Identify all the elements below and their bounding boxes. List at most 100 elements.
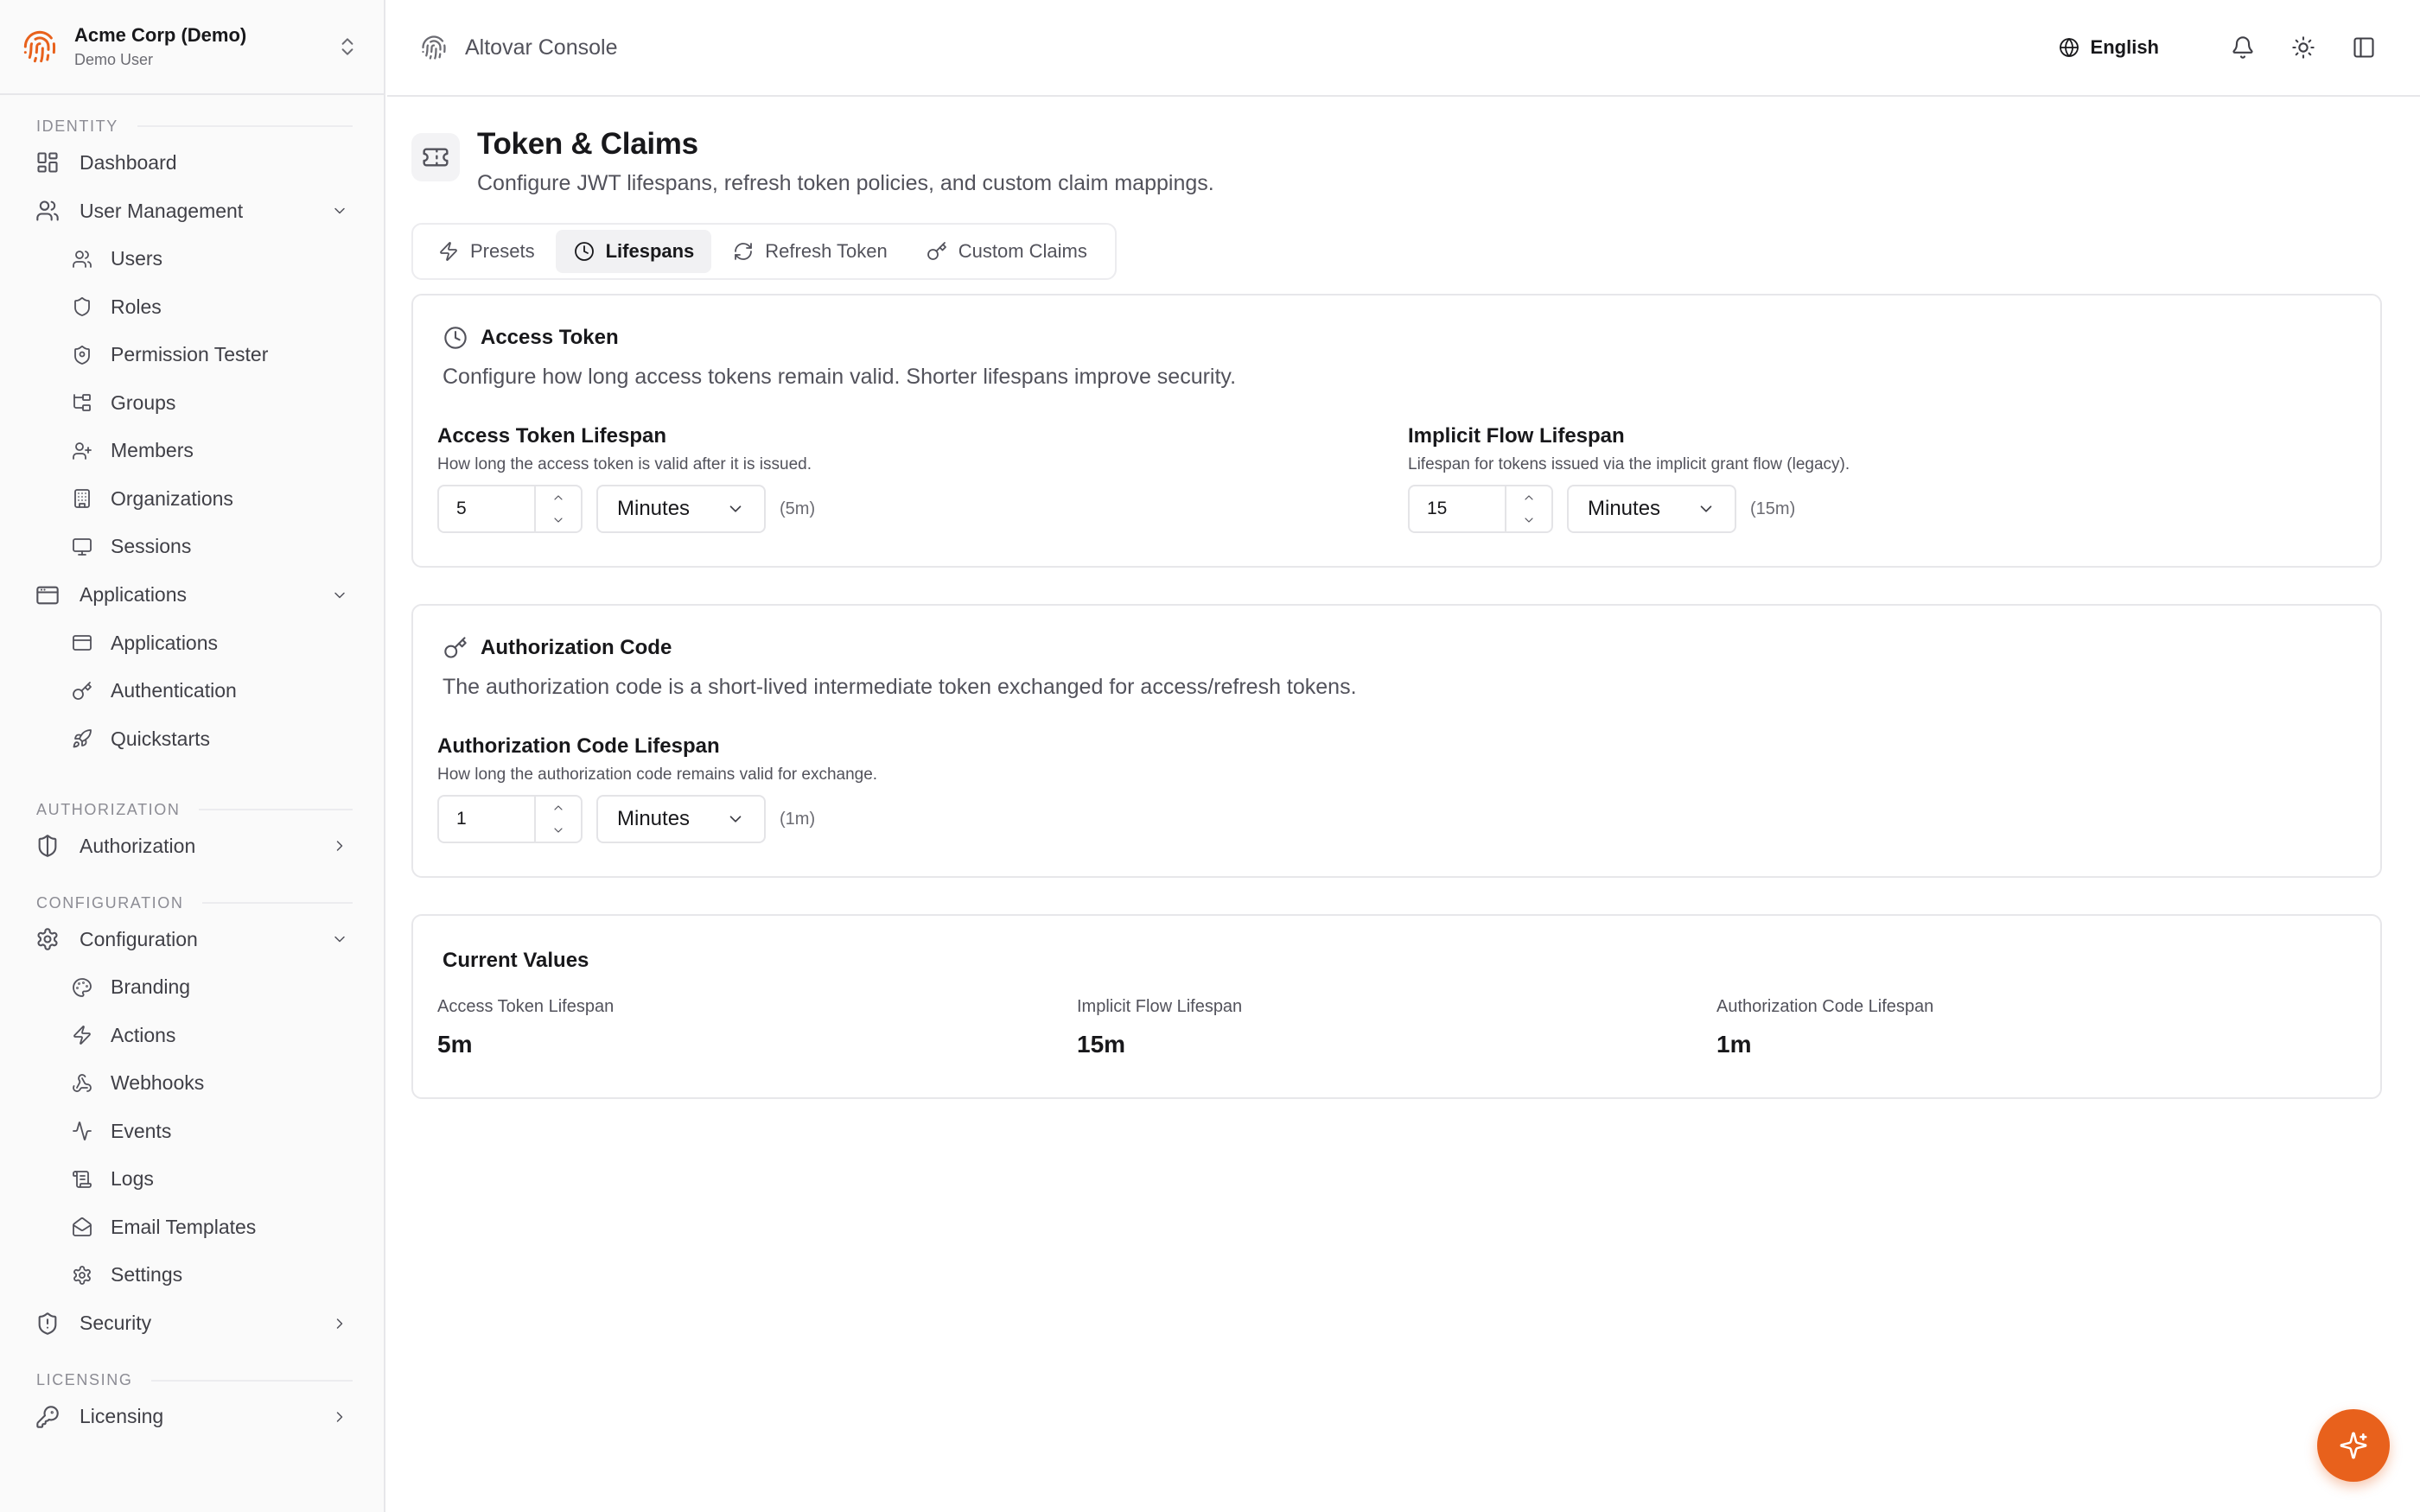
implicit-flow-value-input[interactable] (1410, 486, 1505, 531)
app-window-icon (71, 632, 93, 654)
current-value-implicit-flow: Implicit Flow Lifespan 15m (1077, 997, 1716, 1058)
value-amount: 1m (1716, 1031, 1752, 1058)
sidebar-item-label: Webhooks (111, 1071, 205, 1095)
tab-refresh-token[interactable]: Refresh Token (715, 230, 904, 273)
decrement-button[interactable] (1506, 509, 1551, 531)
sidebar-item-actions[interactable]: Actions (0, 1012, 384, 1060)
authorization-code-lifespan-field: Authorization Code Lifespan How long the… (413, 734, 2380, 843)
sidebar-item-organizations[interactable]: Organizations (0, 475, 384, 524)
monitor-icon (71, 536, 93, 558)
sidebar-group-applications[interactable]: Applications (0, 571, 384, 619)
language-label: English (2090, 36, 2159, 58)
sidebar-item-branding[interactable]: Branding (0, 963, 384, 1012)
top-header: Altovar Console English (387, 0, 2420, 97)
tab-lifespans[interactable]: Lifespans (555, 230, 712, 273)
webhook-icon (71, 1072, 93, 1095)
sidebar-item-settings[interactable]: Settings (0, 1251, 384, 1299)
sparkles-icon (2338, 1430, 2369, 1461)
sidebar-item-sessions[interactable]: Sessions (0, 523, 384, 571)
sidebar-item-members[interactable]: Members (0, 427, 384, 475)
shield-check-icon (71, 344, 93, 366)
increment-button[interactable] (536, 486, 581, 509)
zap-icon (71, 1024, 93, 1046)
sidebar-group-licensing[interactable]: Licensing (0, 1393, 384, 1441)
value-amount: 15m (1077, 1031, 1126, 1058)
authorization-code-unit-select[interactable]: Minutes (596, 795, 766, 843)
key-icon (71, 680, 93, 702)
sidebar-item-roles[interactable]: Roles (0, 283, 384, 332)
authorization-code-value-input[interactable] (439, 797, 534, 842)
authorization-code-card: Authorization Code The authorization cod… (411, 604, 2382, 878)
sidebar-item-label: Applications (111, 631, 219, 654)
sidebar-item-label: Groups (111, 391, 176, 414)
fingerprint-logo-icon (22, 29, 57, 64)
field-help: How long the access token is valid after… (437, 455, 812, 473)
tab-presets[interactable]: Presets (420, 230, 552, 273)
sidebar-item-logs[interactable]: Logs (0, 1155, 384, 1204)
bell-icon[interactable] (2230, 35, 2256, 60)
sidebar-item-users[interactable]: Users (0, 235, 384, 283)
app-window-icon (35, 582, 60, 608)
increment-button[interactable] (1506, 486, 1551, 509)
access-token-value-input[interactable] (439, 486, 534, 531)
sidebar-item-groups[interactable]: Groups (0, 379, 384, 428)
access-token-unit-select[interactable]: Minutes (596, 485, 766, 533)
sidebar-group-security[interactable]: Security (0, 1299, 384, 1348)
main-content: Token & Claims Configure JWT lifespans, … (411, 97, 2382, 1099)
sidebar-group-configuration[interactable]: Configuration (0, 915, 384, 963)
field-label: Implicit Flow Lifespan (1408, 424, 1625, 448)
sidebar-item-permission-tester[interactable]: Permission Tester (0, 331, 384, 379)
sidebar-item-events[interactable]: Events (0, 1108, 384, 1156)
gear-icon (71, 1264, 93, 1286)
tab-label: Refresh Token (765, 240, 888, 262)
sidebar-item-label: Security (80, 1312, 152, 1334)
implicit-flow-lifespan-field: Implicit Flow Lifespan Lifespan for toke… (1408, 424, 1850, 533)
card-title: Access Token (443, 325, 2380, 351)
chevron-down-icon (551, 823, 566, 838)
tab-custom-claims[interactable]: Custom Claims (908, 230, 1105, 273)
org-switcher[interactable]: Acme Corp (Demo) Demo User (0, 0, 384, 95)
sidebar-item-dashboard[interactable]: Dashboard (0, 138, 384, 187)
chevrons-up-down-icon[interactable] (335, 35, 360, 59)
key-round-icon (35, 1404, 60, 1430)
sidebar-item-label: Quickstarts (111, 727, 211, 750)
ticket-icon (411, 133, 460, 181)
sidebar-item-authentication[interactable]: Authentication (0, 667, 384, 715)
sidebar-item-email-templates[interactable]: Email Templates (0, 1204, 384, 1252)
chevron-right-icon (330, 1407, 349, 1426)
value-amount: 5m (437, 1031, 473, 1058)
decrement-button[interactable] (536, 819, 581, 842)
card-title: Current Values (443, 949, 589, 972)
duration-hint: (1m) (780, 809, 816, 829)
sidebar-item-label: Settings (111, 1263, 183, 1286)
mail-open-icon (71, 1216, 93, 1238)
language-switcher[interactable]: English (2058, 36, 2159, 59)
sidebar-item-applications[interactable]: Applications (0, 619, 384, 668)
current-values-grid: Access Token Lifespan 5m Implicit Flow L… (413, 997, 2380, 1058)
page-title: Token & Claims (477, 127, 698, 161)
chevron-down-icon (330, 930, 349, 949)
implicit-flow-unit-select[interactable]: Minutes (1567, 485, 1736, 533)
decrement-button[interactable] (536, 509, 581, 531)
authorization-code-number-stepper[interactable] (437, 795, 583, 843)
current-value-authorization-code: Authorization Code Lifespan 1m (1716, 997, 2356, 1058)
sidebar-item-label: Applications (80, 583, 188, 606)
access-token-number-stepper[interactable] (437, 485, 583, 533)
scroll-text-icon (71, 1168, 93, 1191)
chevron-down-icon (330, 201, 349, 220)
sun-icon[interactable] (2290, 35, 2316, 60)
sidebar-item-label: Configuration (80, 927, 198, 950)
sidebar-group-user-management[interactable]: User Management (0, 187, 384, 235)
sidebar-item-webhooks[interactable]: Webhooks (0, 1059, 384, 1108)
users-icon (35, 198, 60, 224)
implicit-flow-number-stepper[interactable] (1408, 485, 1553, 533)
shield-icon (71, 295, 93, 318)
sidebar-group-authorization[interactable]: Authorization (0, 822, 384, 870)
sidebar-item-label: Logs (111, 1167, 154, 1191)
card-description: Configure how long access tokens remain … (443, 365, 1237, 389)
sidebar-item-quickstarts[interactable]: Quickstarts (0, 715, 384, 764)
ai-assistant-button[interactable] (2317, 1409, 2390, 1482)
rocket-icon (71, 727, 93, 750)
panel-left-icon[interactable] (2351, 35, 2377, 60)
increment-button[interactable] (536, 797, 581, 819)
